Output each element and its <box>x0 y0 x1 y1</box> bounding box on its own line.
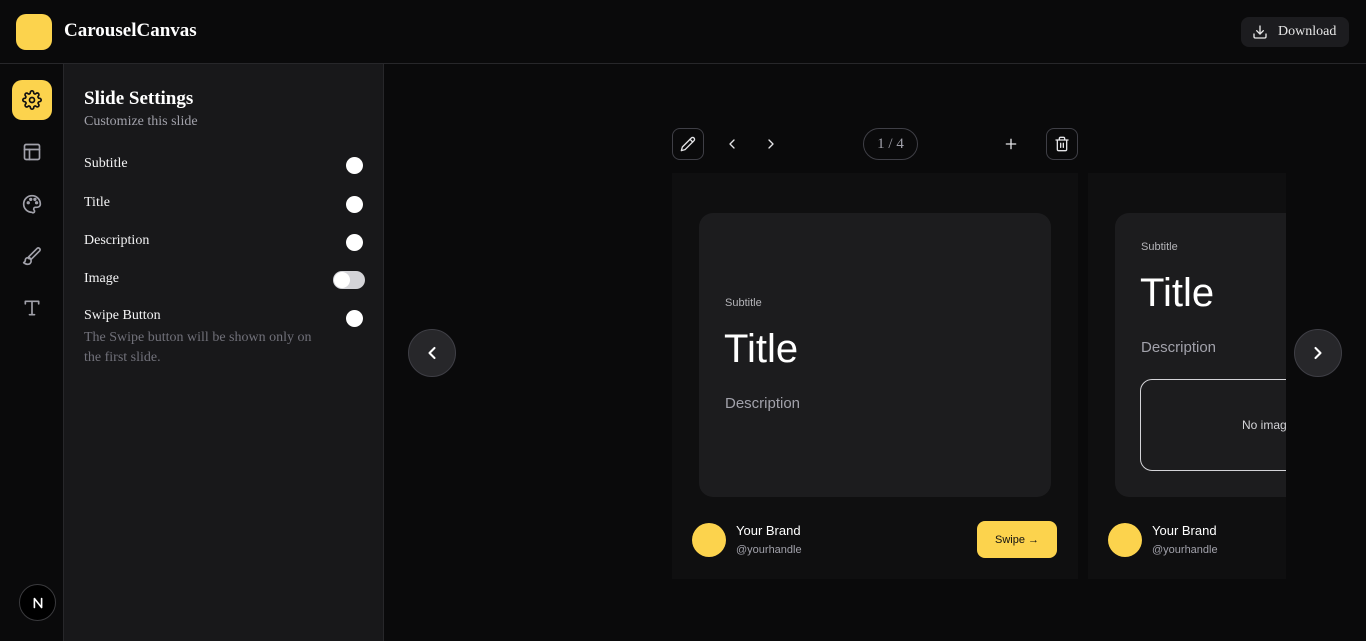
setting-note: The Swipe button will be shown only on t… <box>84 330 312 365</box>
prev-slide-button[interactable] <box>408 329 456 377</box>
slide-content-card: Subtitle Title Description <box>699 213 1051 497</box>
image-switch[interactable] <box>333 271 365 289</box>
palette-icon <box>22 194 42 214</box>
chevron-left-icon <box>729 139 735 149</box>
panel-title: Slide Settings <box>84 88 194 109</box>
user-avatar[interactable] <box>19 584 56 621</box>
brand-handle: @yourhandle <box>736 544 802 556</box>
brand-name: Your Brand <box>1152 523 1217 538</box>
toolbar-next-button[interactable] <box>755 128 787 160</box>
brand-avatar <box>692 523 726 557</box>
chevron-left-icon <box>428 346 436 360</box>
setting-label: Description <box>84 233 150 248</box>
setting-subtitle: Subtitle <box>84 156 364 174</box>
chevron-right-icon <box>1314 346 1322 360</box>
setting-label: Title <box>84 195 110 210</box>
n-logo-icon <box>33 597 42 608</box>
subtitle-toggle[interactable] <box>346 157 363 174</box>
slide-2[interactable]: Subtitle Title Description No image Your… <box>1088 173 1286 579</box>
pencil-icon <box>680 136 696 152</box>
app-title: CarouselCanvas <box>64 20 197 41</box>
trash-icon <box>1055 136 1069 152</box>
canvas-area: 1 / 4 Subtitle Title Description Your Br… <box>384 64 1366 641</box>
slide-title: Title <box>724 327 799 371</box>
download-button[interactable]: Download <box>1241 17 1349 47</box>
setting-description: Description <box>84 233 364 251</box>
plus-icon <box>1005 138 1017 150</box>
slide-description: Description <box>725 395 801 412</box>
edit-button[interactable] <box>672 128 704 160</box>
swipe-button-toggle[interactable] <box>346 310 363 327</box>
rail-item-typography[interactable] <box>12 288 52 328</box>
brand-handle: @yourhandle <box>1152 544 1218 556</box>
slide-subtitle: Subtitle <box>1141 241 1178 253</box>
add-slide-button[interactable] <box>995 128 1027 160</box>
setting-label: Swipe Button <box>84 308 161 323</box>
brand-name: Your Brand <box>736 523 801 538</box>
image-placeholder: No image <box>1140 379 1286 471</box>
setting-image: Image <box>84 271 365 289</box>
slide-1[interactable]: Subtitle Title Description Your Brand @y… <box>672 173 1078 579</box>
slide-title: Title <box>1140 271 1215 315</box>
panel-subtitle: Customize this slide <box>84 114 198 129</box>
brand-avatar <box>1108 523 1142 557</box>
rail-item-brush[interactable] <box>12 236 52 276</box>
next-slide-button[interactable] <box>1294 329 1342 377</box>
brush-icon <box>22 247 41 266</box>
tool-rail <box>0 64 64 641</box>
setting-title: Title <box>84 195 364 213</box>
page-indicator: 1 / 4 <box>863 128 918 160</box>
setting-label: Subtitle <box>84 156 128 171</box>
app-logo <box>16 14 52 50</box>
rail-item-palette[interactable] <box>12 184 52 224</box>
toolbar-prev-button[interactable] <box>716 128 748 160</box>
slide-content-card: Subtitle Title Description No image <box>1115 213 1286 497</box>
rail-item-layout[interactable] <box>12 132 52 172</box>
setting-label: Image <box>84 271 119 286</box>
layout-icon <box>23 143 41 161</box>
description-toggle[interactable] <box>346 234 363 251</box>
slide-description: Description <box>1141 339 1217 356</box>
text-icon <box>24 300 40 316</box>
chevron-right-icon <box>768 139 774 149</box>
download-label: Download <box>1278 24 1337 39</box>
delete-slide-button[interactable] <box>1046 128 1078 160</box>
gear-icon <box>22 90 42 110</box>
slides-viewport: Subtitle Title Description Your Brand @y… <box>672 173 1286 579</box>
app-header: CarouselCanvas Download <box>0 0 1366 64</box>
slide-settings-panel: Slide Settings Customize this slide Subt… <box>64 64 384 641</box>
swipe-button[interactable]: Swipe → <box>977 521 1057 558</box>
setting-swipe-button: Swipe Button The Swipe button will be sh… <box>84 308 364 368</box>
slide-subtitle: Subtitle <box>725 297 762 309</box>
image-placeholder-label: No image <box>1242 418 1286 432</box>
download-icon <box>1253 25 1267 39</box>
title-toggle[interactable] <box>346 196 363 213</box>
rail-item-settings[interactable] <box>12 80 52 120</box>
